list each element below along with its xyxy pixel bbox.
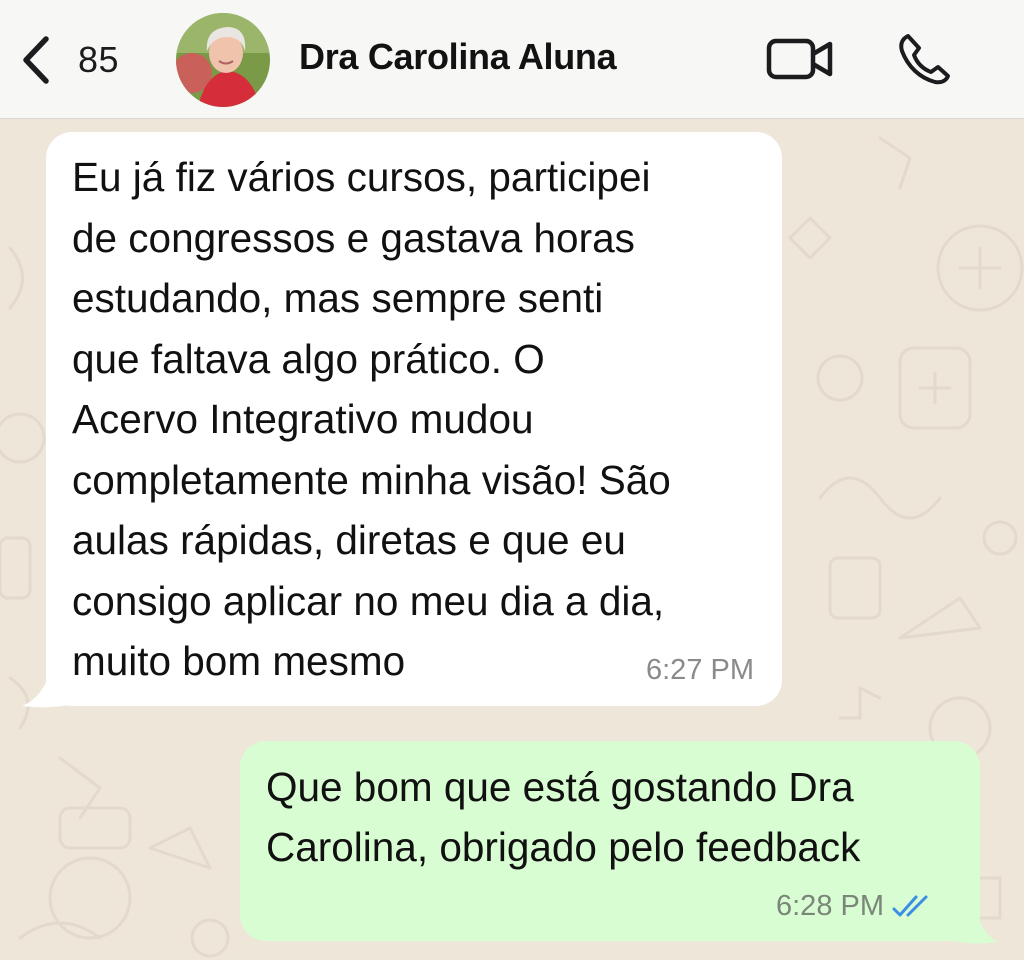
avatar-image bbox=[176, 13, 270, 107]
contact-name[interactable]: Dra Carolina Aluna bbox=[299, 36, 617, 78]
chevron-left-icon bbox=[23, 36, 49, 84]
back-button[interactable]: 85 bbox=[18, 30, 119, 90]
double-check-read-icon bbox=[892, 895, 928, 916]
unread-count: 85 bbox=[78, 39, 120, 80]
contact-avatar[interactable] bbox=[176, 13, 270, 107]
video-call-button[interactable] bbox=[764, 34, 836, 84]
outgoing-message-text: Que bom que está gostando Dra Carolina, … bbox=[266, 764, 861, 870]
outgoing-message-time: 6:28 PM bbox=[776, 890, 884, 922]
incoming-message-text: Eu já fiz vários cursos, participei de c… bbox=[72, 154, 671, 684]
outgoing-message-meta: 6:28 PM bbox=[776, 890, 934, 923]
incoming-message-time: 6:27 PM bbox=[646, 654, 754, 686]
phone-icon bbox=[899, 34, 950, 85]
chat-header: 85 Dra Carolina Aluna bbox=[0, 0, 1024, 119]
video-camera-icon bbox=[766, 38, 833, 80]
voice-call-button[interactable] bbox=[896, 30, 954, 86]
